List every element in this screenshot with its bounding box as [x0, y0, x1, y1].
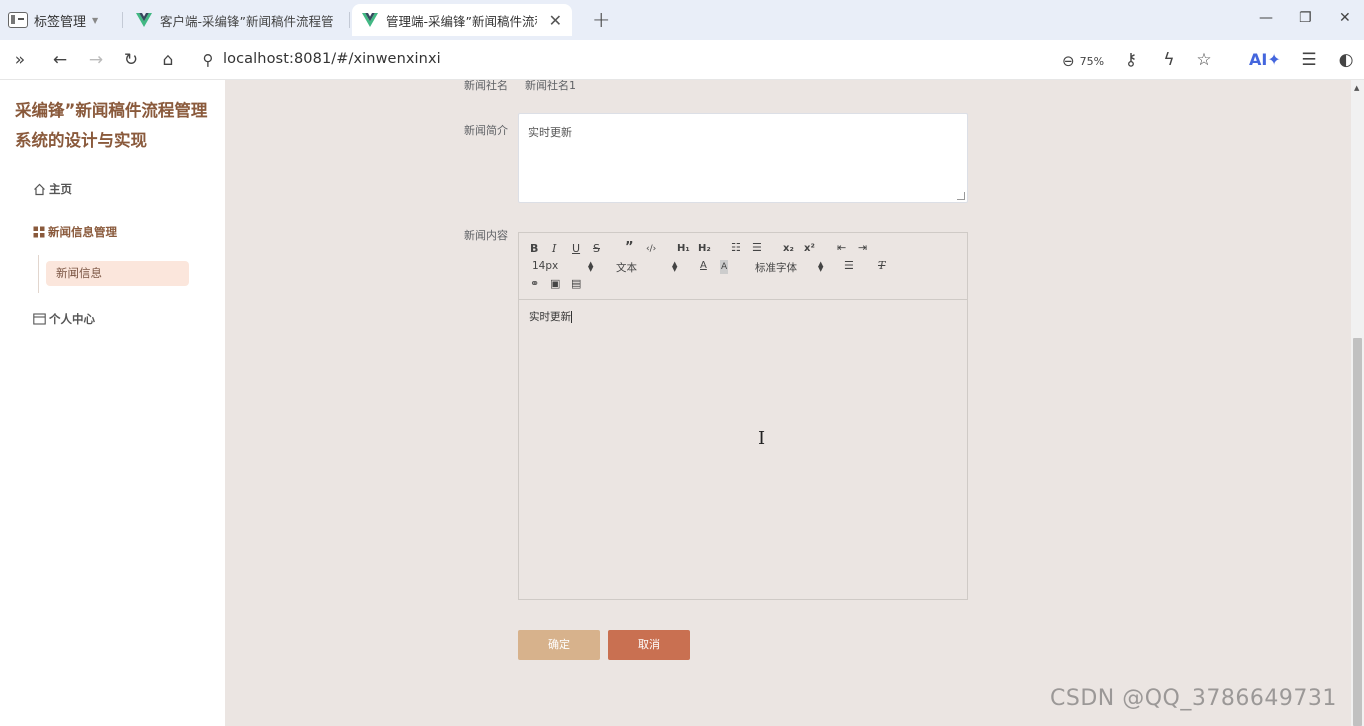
- select-arrows-icon: ▲ ▼: [588, 260, 594, 273]
- field-label-news-agency: 新闻社名: [464, 80, 508, 92]
- image-icon[interactable]: ▣: [550, 277, 560, 291]
- select-arrows-icon: ▲ ▼: [672, 260, 678, 273]
- bullet-list-icon[interactable]: ☰: [752, 241, 762, 255]
- close-window-icon[interactable]: ✕: [1339, 10, 1351, 26]
- font-size-select[interactable]: 14px: [532, 260, 558, 272]
- select-arrows-icon: ▲ ▼: [818, 260, 824, 273]
- bold-icon[interactable]: B: [530, 242, 538, 256]
- italic-icon[interactable]: I: [552, 242, 556, 256]
- nav-label: 个人中心: [49, 312, 95, 326]
- rich-text-editor: B I U S ” ‹/› H₁ H₂ ☷ ☰ x₂ x² ⇤ ⇥ 14px ▲…: [518, 232, 968, 600]
- tab-client[interactable]: 客户端-采编锋”新闻稿件流程管: [126, 4, 348, 36]
- background-color-icon[interactable]: A: [720, 260, 729, 274]
- star-icon[interactable]: ☆: [1194, 50, 1214, 70]
- font-family-select[interactable]: 标准字体: [755, 260, 797, 275]
- tab-admin[interactable]: 管理端-采编锋”新闻稿件流程 ✕: [352, 4, 572, 36]
- text-color-icon[interactable]: A: [700, 259, 707, 273]
- restore-icon[interactable]: ❐: [1299, 10, 1312, 26]
- zoom-out-icon: ⊖: [1062, 52, 1075, 70]
- nav-news-info[interactable]: 新闻信息: [46, 261, 189, 286]
- field-value-news-agency: 新闻社名1: [525, 80, 576, 92]
- editor-content: 实时更新: [529, 311, 571, 323]
- nav-label: 新闻信息管理: [48, 225, 117, 239]
- underline-icon[interactable]: U: [572, 242, 580, 256]
- tab-divider: [349, 12, 350, 28]
- reading-list-icon[interactable]: ☰: [1299, 50, 1319, 70]
- resize-grip-icon[interactable]: [957, 192, 965, 200]
- extensions-icon[interactable]: ◐: [1336, 50, 1356, 70]
- home-icon: [34, 183, 45, 195]
- tab-divider: [122, 12, 123, 28]
- indent-icon[interactable]: ⇥: [858, 241, 867, 255]
- strikethrough-icon[interactable]: S: [593, 242, 600, 256]
- app-title: 采编锋”新闻稿件流程管理系统的设计与实现: [15, 101, 208, 150]
- sidebar-toggle-icon[interactable]: »: [10, 50, 30, 70]
- back-icon[interactable]: ←: [50, 50, 70, 70]
- news-summary-textarea[interactable]: 实时更新: [518, 113, 968, 203]
- editor-body[interactable]: 实时更新: [529, 309, 572, 324]
- editor-toolbar: B I U S ” ‹/› H₁ H₂ ☷ ☰ x₂ x² ⇤ ⇥ 14px ▲…: [519, 233, 967, 300]
- block-type-select[interactable]: 文本: [616, 260, 637, 275]
- zoom-indicator[interactable]: ⊖ 75%: [1062, 52, 1104, 70]
- search-icon: ⚲: [202, 51, 214, 69]
- heading2-icon[interactable]: H₂: [698, 242, 711, 256]
- home-icon[interactable]: ⌂: [158, 50, 178, 70]
- align-icon[interactable]: ☰: [844, 259, 854, 273]
- address-bar[interactable]: localhost:8081/#/xinwenxinxi: [223, 51, 441, 67]
- chevron-down-icon: ▼: [92, 15, 99, 25]
- text-cursor-icon: I: [758, 428, 766, 449]
- scroll-thumb[interactable]: [1353, 338, 1362, 726]
- lightning-icon[interactable]: ϟ: [1159, 50, 1179, 70]
- vue-logo-icon: [136, 13, 152, 27]
- subscript-icon[interactable]: x₂: [783, 242, 794, 256]
- outdent-icon[interactable]: ⇤: [837, 241, 846, 255]
- cancel-button[interactable]: 取消: [608, 630, 690, 660]
- submenu-line: [38, 255, 39, 293]
- browser-toolbar: » ← → ↻ ⌂ ⚲ localhost:8081/#/xinwenxinxi…: [0, 40, 1364, 80]
- watermark: CSDN @QQ_3786649731: [1050, 686, 1337, 711]
- minimize-icon[interactable]: —: [1259, 10, 1273, 26]
- nav-news-management[interactable]: 新闻信息管理: [33, 224, 117, 240]
- code-icon[interactable]: ‹/›: [646, 242, 656, 256]
- text-caret: [571, 311, 572, 323]
- vue-logo-icon: [362, 13, 378, 27]
- close-icon[interactable]: ✕: [549, 11, 562, 30]
- tab-manager-label: 标签管理: [34, 14, 87, 30]
- blockquote-icon[interactable]: ”: [625, 241, 634, 255]
- browser-tab-strip: 标签管理 ▼ 客户端-采编锋”新闻稿件流程管 管理端-采编锋”新闻稿件流程 ✕ …: [0, 0, 1364, 40]
- reload-icon[interactable]: ↻: [121, 50, 141, 70]
- scroll-up-icon[interactable]: ▲: [1354, 84, 1359, 92]
- new-tab-button[interactable]: +: [592, 8, 610, 33]
- field-label-news-content: 新闻内容: [464, 229, 508, 242]
- superscript-icon[interactable]: x²: [804, 242, 815, 256]
- tab-title: 管理端-采编锋”新闻稿件流程: [386, 13, 537, 29]
- tab-title: 客户端-采编锋”新闻稿件流程管: [160, 13, 334, 29]
- key-icon[interactable]: ⚷: [1121, 50, 1141, 70]
- field-label-news-summary: 新闻简介: [464, 124, 508, 137]
- page-scrollbar[interactable]: ▲: [1351, 80, 1364, 726]
- calendar-icon: [33, 313, 46, 325]
- main-content: 新闻社名 新闻社名1 新闻简介 实时更新 新闻内容 B I U S ” ‹/› …: [225, 80, 1351, 726]
- forward-icon[interactable]: →: [86, 50, 106, 70]
- clear-format-icon[interactable]: T: [878, 259, 885, 273]
- heading1-icon[interactable]: H₁: [677, 242, 690, 256]
- tab-manager-icon: [8, 12, 28, 28]
- confirm-button[interactable]: 确定: [518, 630, 600, 660]
- app-sidebar: 采编锋”新闻稿件流程管理系统的设计与实现 主页 新闻信息管理 新闻信息 个人中心: [0, 80, 225, 726]
- nav-home[interactable]: 主页: [33, 181, 72, 197]
- ordered-list-icon[interactable]: ☷: [731, 241, 741, 255]
- ai-button[interactable]: AI✦: [1249, 50, 1281, 69]
- grid-icon: [33, 226, 45, 238]
- nav-label: 主页: [49, 182, 72, 196]
- zoom-value: 75%: [1079, 54, 1105, 68]
- tab-manager-button[interactable]: 标签管理 ▼: [8, 9, 98, 31]
- nav-personal-center[interactable]: 个人中心: [33, 311, 95, 327]
- link-icon[interactable]: ⚭: [530, 277, 539, 291]
- video-icon[interactable]: ▤: [571, 277, 581, 291]
- textarea-value: 实时更新: [528, 126, 572, 139]
